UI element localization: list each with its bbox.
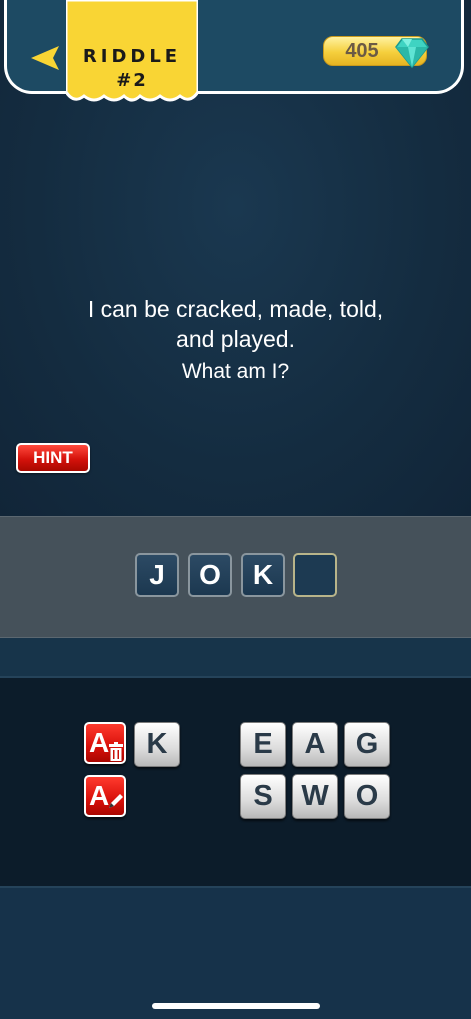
bottom-area: [0, 888, 471, 1019]
letter-key[interactable]: A: [292, 722, 338, 767]
answer-slot-2[interactable]: O: [188, 553, 232, 597]
hint-button[interactable]: HINT: [16, 443, 90, 473]
riddle-number: #2: [116, 70, 148, 91]
riddle-text-line-1: I can be cracked, made, told,: [87, 296, 384, 322]
diamond-icon: [395, 38, 429, 69]
answer-slot-1[interactable]: J: [135, 553, 179, 597]
trash-icon: [109, 742, 123, 761]
remove-letters-label: A: [89, 727, 110, 758]
riddle-text-line-2: and played.: [176, 326, 295, 352]
letter-key[interactable]: S: [240, 774, 286, 819]
answer-slot-4[interactable]: [293, 553, 337, 597]
back-arrow-icon: [31, 46, 59, 70]
home-indicator[interactable]: [152, 1003, 320, 1009]
separator-band: [0, 638, 471, 676]
back-button[interactable]: [29, 42, 63, 74]
riddle-question: What am I?: [181, 360, 290, 383]
letter-key[interactable]: W: [292, 774, 338, 819]
letter-key[interactable]: E: [240, 722, 286, 767]
answer-slot-3[interactable]: K: [241, 553, 285, 597]
letter-board: [0, 676, 471, 888]
riddle-title: RIDDLE: [82, 46, 182, 67]
riddle-title-tab: RIDDLE #2: [66, 0, 198, 104]
letter-key[interactable]: O: [344, 774, 390, 819]
letter-key[interactable]: G: [344, 722, 390, 767]
pencil-icon: [109, 794, 123, 808]
gem-counter[interactable]: 405: [323, 36, 429, 69]
answer-area: [0, 516, 471, 638]
reveal-letter-button[interactable]: A: [84, 775, 126, 817]
gem-count: 405: [345, 40, 379, 62]
letter-key[interactable]: K: [134, 722, 180, 767]
remove-letters-button[interactable]: A: [84, 722, 126, 764]
